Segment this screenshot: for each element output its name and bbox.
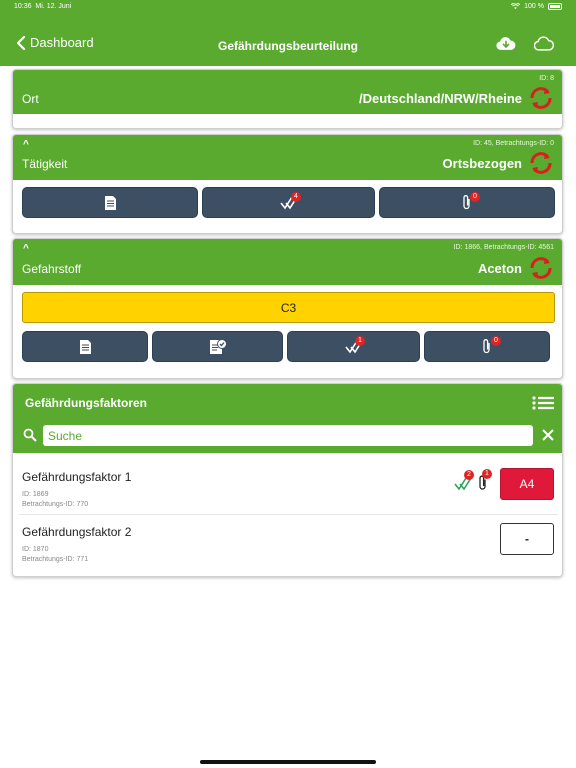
factors-title: Gefährdungsfaktoren [25, 396, 148, 410]
search-row [13, 420, 562, 456]
factor-title: Gefährdungsfaktor 2 [22, 525, 132, 539]
battery-icon [548, 3, 562, 10]
ort-meta: ID: 8 [539, 75, 554, 82]
attachment-count-badge: 1 [482, 469, 492, 479]
search-icon [23, 428, 37, 442]
gefahrstoff-value: Aceton [477, 261, 522, 276]
document-check-icon [209, 338, 227, 354]
factor-id: ID: 1870 [22, 546, 49, 553]
chevron-up-icon[interactable]: ^ [23, 243, 29, 254]
status-time: 10:36 [14, 3, 32, 10]
checklist-button[interactable]: 1 [287, 331, 420, 362]
gefahrstoff-header[interactable]: ^ ID: 1866, Betrachtungs-ID: 4561 Gefahr… [13, 239, 562, 285]
gefahrstoff-button-row: 1 0 [22, 331, 550, 362]
factors-header: Gefährdungsfaktoren [13, 384, 562, 453]
factor-id: ID: 1869 [22, 491, 49, 498]
wifi-icon [511, 3, 521, 10]
classification-bar[interactable]: C3 [22, 292, 555, 323]
factor-betrachtungs-id: Betrachtungs-ID: 770 [22, 501, 89, 508]
sync-icon[interactable] [528, 85, 554, 111]
attachment-button[interactable]: 0 [379, 187, 555, 218]
document-icon [104, 195, 116, 210]
attachment-count-badge: 0 [470, 192, 480, 202]
battery-percent: 100 % [524, 3, 544, 10]
factor-betrachtungs-id: Betrachtungs-ID: 771 [22, 556, 89, 563]
factor-row-1[interactable]: Gefährdungsfaktor 1 ID: 1869 Betrachtung… [19, 460, 558, 514]
taetigkeit-label: Tätigkeit [22, 157, 68, 171]
gefahrstoff-meta: ID: 1866, Betrachtungs-ID: 4561 [453, 244, 554, 251]
taetigkeit-header[interactable]: ^ ID: 45, Betrachtungs-ID: 0 Tätigkeit O… [13, 135, 562, 180]
cloud-icon[interactable] [534, 36, 554, 52]
taetigkeit-card: ^ ID: 45, Betrachtungs-ID: 0 Tätigkeit O… [12, 134, 563, 234]
factor-row-2[interactable]: Gefährdungsfaktor 2 ID: 1870 Betrachtung… [19, 515, 558, 569]
check-count-badge: 2 [464, 470, 474, 480]
gefahrstoff-card: ^ ID: 1866, Betrachtungs-ID: 4561 Gefahr… [12, 238, 563, 379]
home-indicator [200, 760, 376, 764]
attachment-button[interactable]: 0 [424, 331, 550, 362]
rating-button[interactable]: A4 [500, 468, 554, 500]
status-right: 100 % [511, 3, 562, 10]
search-input[interactable] [43, 425, 533, 446]
sync-icon[interactable] [528, 150, 554, 176]
chevron-up-icon[interactable]: ^ [23, 139, 29, 150]
taetigkeit-value: Ortsbezogen [442, 156, 522, 171]
taetigkeit-meta: ID: 45, Betrachtungs-ID: 0 [473, 140, 554, 147]
document-icon [79, 339, 91, 354]
taetigkeit-button-row: 4 0 [22, 187, 555, 218]
attachment-count-badge: 0 [491, 336, 501, 346]
nav-actions [496, 36, 554, 52]
document-button[interactable] [22, 331, 148, 362]
ort-card: ID: 8 Ort /Deutschland/NRW/Rheine [12, 69, 563, 129]
document-button[interactable] [22, 187, 198, 218]
cloud-download-icon[interactable] [496, 36, 516, 52]
checklist-button[interactable]: 4 [202, 187, 375, 218]
rating-button[interactable]: - [500, 523, 554, 555]
close-icon[interactable] [542, 429, 554, 441]
ort-label: Ort [22, 92, 39, 106]
factors-card: Gefährdungsfaktoren Gefährdungsfaktor 1 … [12, 383, 563, 577]
page-title: Gefährdungsbeurteilung [217, 39, 358, 53]
ort-header[interactable]: ID: 8 Ort /Deutschland/NRW/Rheine [13, 70, 562, 114]
ort-value: /Deutschland/NRW/Rheine [358, 91, 522, 106]
check-count-badge: 1 [355, 336, 365, 346]
check-count-badge: 4 [291, 192, 301, 202]
sync-icon[interactable] [528, 255, 554, 281]
status-bar: 10:36 Mi. 12. Juni 100 % [0, 0, 576, 14]
gefahrstoff-label: Gefahrstoff [22, 262, 82, 276]
list-icon[interactable] [532, 396, 554, 410]
safety-datasheet-button[interactable] [152, 331, 283, 362]
status-time-date: 10:36 Mi. 12. Juni [14, 3, 71, 10]
status-date: Mi. 12. Juni [35, 3, 72, 10]
navigation-bar: Dashboard Gefährdungsbeurteilung [0, 14, 576, 66]
factor-title: Gefährdungsfaktor 1 [22, 470, 132, 484]
